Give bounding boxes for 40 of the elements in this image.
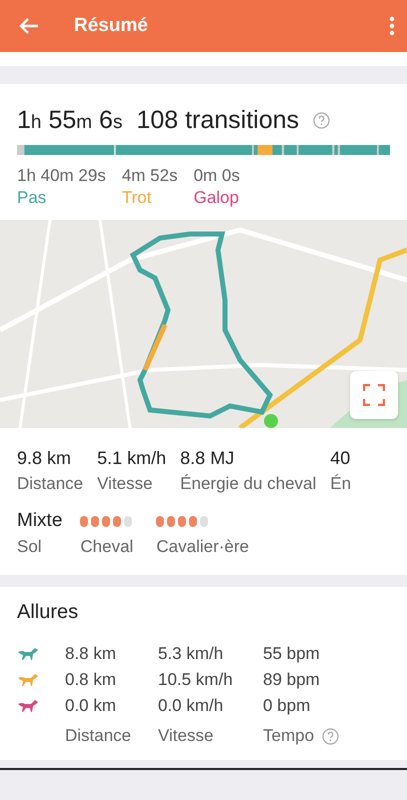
gait-label: Pas	[17, 188, 48, 208]
stat-value: 9.8 km	[17, 448, 72, 469]
column-label: Vitesse	[158, 726, 214, 746]
gait-time: 1h 40m 29s	[17, 166, 106, 186]
help-icon[interactable]	[313, 112, 330, 129]
column-label: Tempo	[263, 726, 314, 746]
stat-label: Vitesse	[97, 474, 154, 494]
rating-label: Sol	[17, 537, 43, 557]
section-title: Allures	[17, 601, 80, 624]
column-label: Distance	[65, 726, 132, 746]
screen-title: Résumé	[74, 15, 149, 37]
back-icon[interactable]	[19, 17, 39, 35]
gait-time: 4m 52s	[122, 166, 178, 186]
gait-speed: 10.5 km/h	[158, 670, 234, 690]
stat-label: Énergie du cheval	[180, 474, 316, 494]
stat-value: 5.1 km/h	[97, 448, 166, 469]
help-icon[interactable]	[322, 728, 340, 744]
duration-value: 1h 55m 6s	[17, 106, 122, 135]
rating-value: Mixte	[17, 510, 62, 532]
gait-distance: 0.8 km	[65, 670, 118, 690]
stat-label: Én	[330, 474, 352, 494]
rating-label: Cavalier·ère	[156, 537, 249, 557]
gait-label: Galop	[194, 188, 240, 208]
stat-value: 40	[330, 448, 352, 469]
rating-label: Cheval	[80, 537, 134, 557]
stat-value: 8.8 MJ	[180, 448, 236, 469]
gait-tempo: 0 bpm	[263, 696, 312, 716]
gait-tempo: 89 bpm	[263, 670, 321, 690]
gait-label: Trot	[122, 188, 152, 208]
transitions-count: 108 transitions	[136, 106, 300, 135]
gait-speed: 0.0 km/h	[158, 696, 224, 716]
stat-label: Distance	[17, 474, 84, 494]
gait-distance: 8.8 km	[65, 644, 118, 664]
gait-time: 0m 0s	[194, 166, 240, 186]
gait-tempo: 55 bpm	[263, 644, 321, 664]
gait-distance: 0.0 km	[65, 696, 118, 716]
more-icon[interactable]	[389, 16, 395, 36]
gait-speed: 5.3 km/h	[158, 644, 224, 664]
fullscreen-button[interactable]	[350, 371, 398, 419]
fullscreen-icon	[363, 384, 385, 406]
